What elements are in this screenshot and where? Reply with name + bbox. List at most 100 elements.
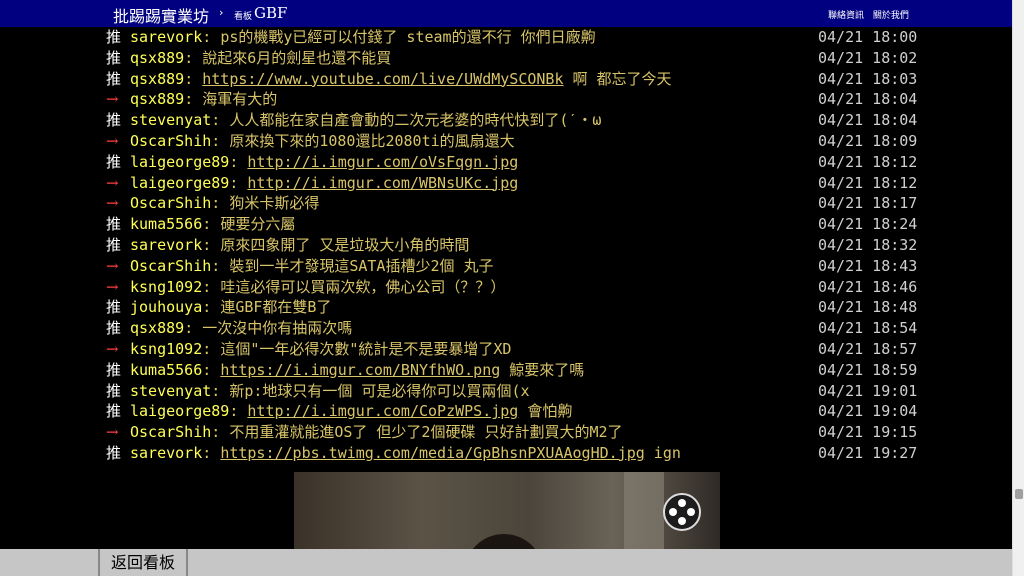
comment-content: https://www.youtube.com/live/UWdMySCONBk… <box>202 70 671 88</box>
comment-tag: 推 <box>106 152 122 171</box>
comment-time: 04/21 18:04 <box>818 111 918 130</box>
comment-username: laigeorge89 <box>130 402 230 421</box>
comment-username: OscarShih <box>130 194 212 213</box>
comment-content: 哇這必得可以買兩次欸，佛心公司（？？） <box>220 278 505 296</box>
board-name-link[interactable]: GBF <box>254 4 287 22</box>
comment-row: 推 sarevork: https://pbs.twimg.com/media/G… <box>0 443 1012 464</box>
about-link[interactable]: 關於我們 <box>873 11 909 21</box>
comment-content: 不用重灌就能進OS了 但少了2個硬碟 只好計劃買大的M2了 <box>229 423 622 441</box>
gamepad-icon[interactable] <box>663 493 701 531</box>
comment-row: 推 qsx889: https://www.youtube.com/live/UW… <box>0 69 1012 90</box>
comment-time: 04/21 18:32 <box>818 235 918 254</box>
comment-link[interactable]: http://i.imgur.com/WBNsUKc.jpg <box>247 174 518 192</box>
comment-content: 連GBF都在雙B了 <box>220 298 331 316</box>
comment-time: 04/21 18:00 <box>818 28 918 46</box>
comment-row: 推 sarevork: ps的機戰y已經可以付錢了 steam的還不行 你們日廠齁… <box>0 27 1012 48</box>
comment-time: 04/21 18:48 <box>818 298 918 317</box>
comment-username: laigeorge89 <box>130 173 230 192</box>
comment-text: 不用重灌就能進OS了 但少了2個硬碟 只好計劃買大的M2了 <box>229 423 623 442</box>
comment-time: 04/21 19:27 <box>818 443 918 462</box>
comment-row: 推 stevenyat: 新p:地球只有一個 可是必得你可以買兩個(x 04/21 … <box>0 381 1012 402</box>
comment-user: qsx889: 一次沒中你有抽兩次嗎 <box>130 319 353 338</box>
comment-content: https://i.imgur.com/BNYfhWO.png 鯨要來了嗎 <box>220 361 584 379</box>
comment-text: 這個"一年必得次數"統計是不是要暴增了XD <box>220 339 512 358</box>
comment-content: 新p:地球只有一個 可是必得你可以買兩個(x <box>229 382 529 400</box>
comment-text: ps的機戰y已經可以付錢了 steam的還不行 你們日廠齁 <box>220 28 596 46</box>
comment-row: 推 qsx889: 說起來6月的劍星也還不能買 04/21 18:02 <box>0 48 1012 69</box>
comment-row: 推 kuma5566: 硬要分六屬 04/21 18:24 <box>0 214 1012 235</box>
comment-username: OscarShih <box>130 256 212 275</box>
comment-username: stevenyat <box>130 381 212 400</box>
comment-user: qsx889: 海軍有大的 <box>130 90 278 109</box>
comment-text: 人人都能在家自產會動的二次元老婆的時代快到了(ˊ・ω <box>229 111 602 130</box>
comment-link[interactable]: https://www.youtube.com/live/UWdMySCONBk <box>202 70 563 88</box>
comment-text: 原來四象開了 又是垃圾大小角的時間 <box>220 235 470 254</box>
comment-username: qsx889 <box>130 319 185 338</box>
comment-row: 推 jouhouya: 連GBF都在雙B了 04/21 18:48 <box>0 297 1012 318</box>
comment-user: stevenyat: 人人都能在家自產會動的二次元老婆的時代快到了(ˊ・ω <box>130 111 602 130</box>
comment-content: http://i.imgur.com/WBNsUKc.jpg <box>247 174 518 192</box>
comment-user: OscarShih: 原來換下來的1080還比2080ti的風扇還大 <box>130 131 515 150</box>
comment-user: qsx889: 說起來6月的劍星也還不能買 <box>130 48 392 67</box>
comment-row: → OscarShih: 原來換下來的1080還比2080ti的風扇還大 04/21… <box>0 131 1012 152</box>
comment-user: OscarShih: 狗米卡斯必得 <box>130 194 320 213</box>
comment-text: 硬要分六屬 <box>220 215 296 234</box>
comment-tag: → <box>106 256 119 275</box>
image-preview[interactable] <box>294 472 720 552</box>
comment-row: → ksng1092: 這個"一年必得次數"統計是不是要暴增了XD 04/21 18… <box>0 339 1012 360</box>
comment-text: 原來換下來的1080還比2080ti的風扇還大 <box>229 131 515 150</box>
comment-time: 04/21 19:01 <box>818 381 918 400</box>
scrollbar-thumb[interactable] <box>1015 489 1023 499</box>
comment-content: 硬要分六屬 <box>220 215 295 233</box>
preview-pillar <box>624 472 664 552</box>
comment-tag: 推 <box>106 69 122 88</box>
comment-time: 04/21 18:54 <box>818 319 918 338</box>
comment-tag: → <box>106 90 119 109</box>
comment-link[interactable]: http://i.imgur.com/CoPzWPS.jpg <box>247 402 518 420</box>
comment-tag: 推 <box>106 298 122 317</box>
comment-list: 推 sarevork: ps的機戰y已經可以付錢了 steam的還不行 你們日廠齁… <box>0 27 1012 464</box>
comment-text-after: 啊 都忘了今天 <box>563 69 672 88</box>
comment-username: qsx889 <box>130 69 185 88</box>
comment-text-after: 會怕齁 <box>518 402 573 421</box>
comment-time: 04/21 18:12 <box>818 173 918 192</box>
comment-time: 04/21 19:04 <box>818 402 918 421</box>
comment-tag: → <box>106 131 119 150</box>
comment-user: laigeorge89: http://i.imgur.com/WBNsUKc.… <box>130 173 519 192</box>
comment-user: sarevork: ps的機戰y已經可以付錢了 steam的還不行 你們日廠齁 <box>130 28 596 46</box>
comment-time: 04/21 18:02 <box>818 48 918 67</box>
comment-time: 04/21 18:17 <box>818 194 918 213</box>
comment-link[interactable]: https://pbs.twimg.com/media/GpBhsnPXUAAo… <box>220 444 644 462</box>
comment-user: stevenyat: 新p:地球只有一個 可是必得你可以買兩個(x <box>130 381 530 400</box>
comment-row: → qsx889: 海軍有大的 04/21 18:04 <box>0 89 1012 110</box>
comment-tag: 推 <box>106 48 122 67</box>
comment-text: 狗米卡斯必得 <box>229 194 320 213</box>
comment-tag: 推 <box>106 381 122 400</box>
comment-row: → OscarShih: 裝到一半才發現這SATA插槽少2個 丸子 04/21 18… <box>0 256 1012 277</box>
comment-content: 說起來6月的劍星也還不能買 <box>202 49 391 67</box>
comment-text: 一次沒中你有抽兩次嗎 <box>202 319 353 338</box>
comment-content: 原來四象開了 又是垃圾大小角的時間 <box>220 236 469 254</box>
comment-link[interactable]: http://i.imgur.com/oVsFqgn.jpg <box>247 153 518 171</box>
comment-username: ksng1092 <box>130 339 203 358</box>
comment-tag: 推 <box>106 360 122 379</box>
comment-content: http://i.imgur.com/CoPzWPS.jpg 會怕齁 <box>247 402 572 420</box>
comment-user: OscarShih: 不用重灌就能進OS了 但少了2個硬碟 只好計劃買大的M2了 <box>130 423 623 442</box>
comment-text: 海軍有大的 <box>202 90 278 109</box>
comment-time: 04/21 18:04 <box>818 90 918 109</box>
comment-content: 人人都能在家自產會動的二次元老婆的時代快到了(ˊ・ω <box>229 111 601 129</box>
comment-tag: → <box>106 339 119 358</box>
comment-text-after: 鯨要來了嗎 <box>500 360 585 379</box>
contact-link[interactable]: 聯絡資訊 <box>828 11 864 21</box>
comment-row: 推 sarevork: 原來四象開了 又是垃圾大小角的時間 04/21 18:32 <box>0 235 1012 256</box>
comment-content: 原來換下來的1080還比2080ti的風扇還大 <box>229 132 514 150</box>
comment-username: stevenyat <box>130 111 212 130</box>
comment-user: sarevork: 原來四象開了 又是垃圾大小角的時間 <box>130 235 470 254</box>
comment-username: sarevork <box>130 28 203 46</box>
site-title-link[interactable]: 批踢踢實業坊 <box>113 3 209 27</box>
comment-link[interactable]: https://i.imgur.com/BNYfhWO.png <box>220 361 500 379</box>
comment-username: kuma5566 <box>130 360 203 379</box>
scrollbar[interactable] <box>1012 0 1024 576</box>
comment-content: 這個"一年必得次數"統計是不是要暴增了XD <box>220 340 511 358</box>
back-to-board-button[interactable]: 返回看板 <box>100 549 188 576</box>
